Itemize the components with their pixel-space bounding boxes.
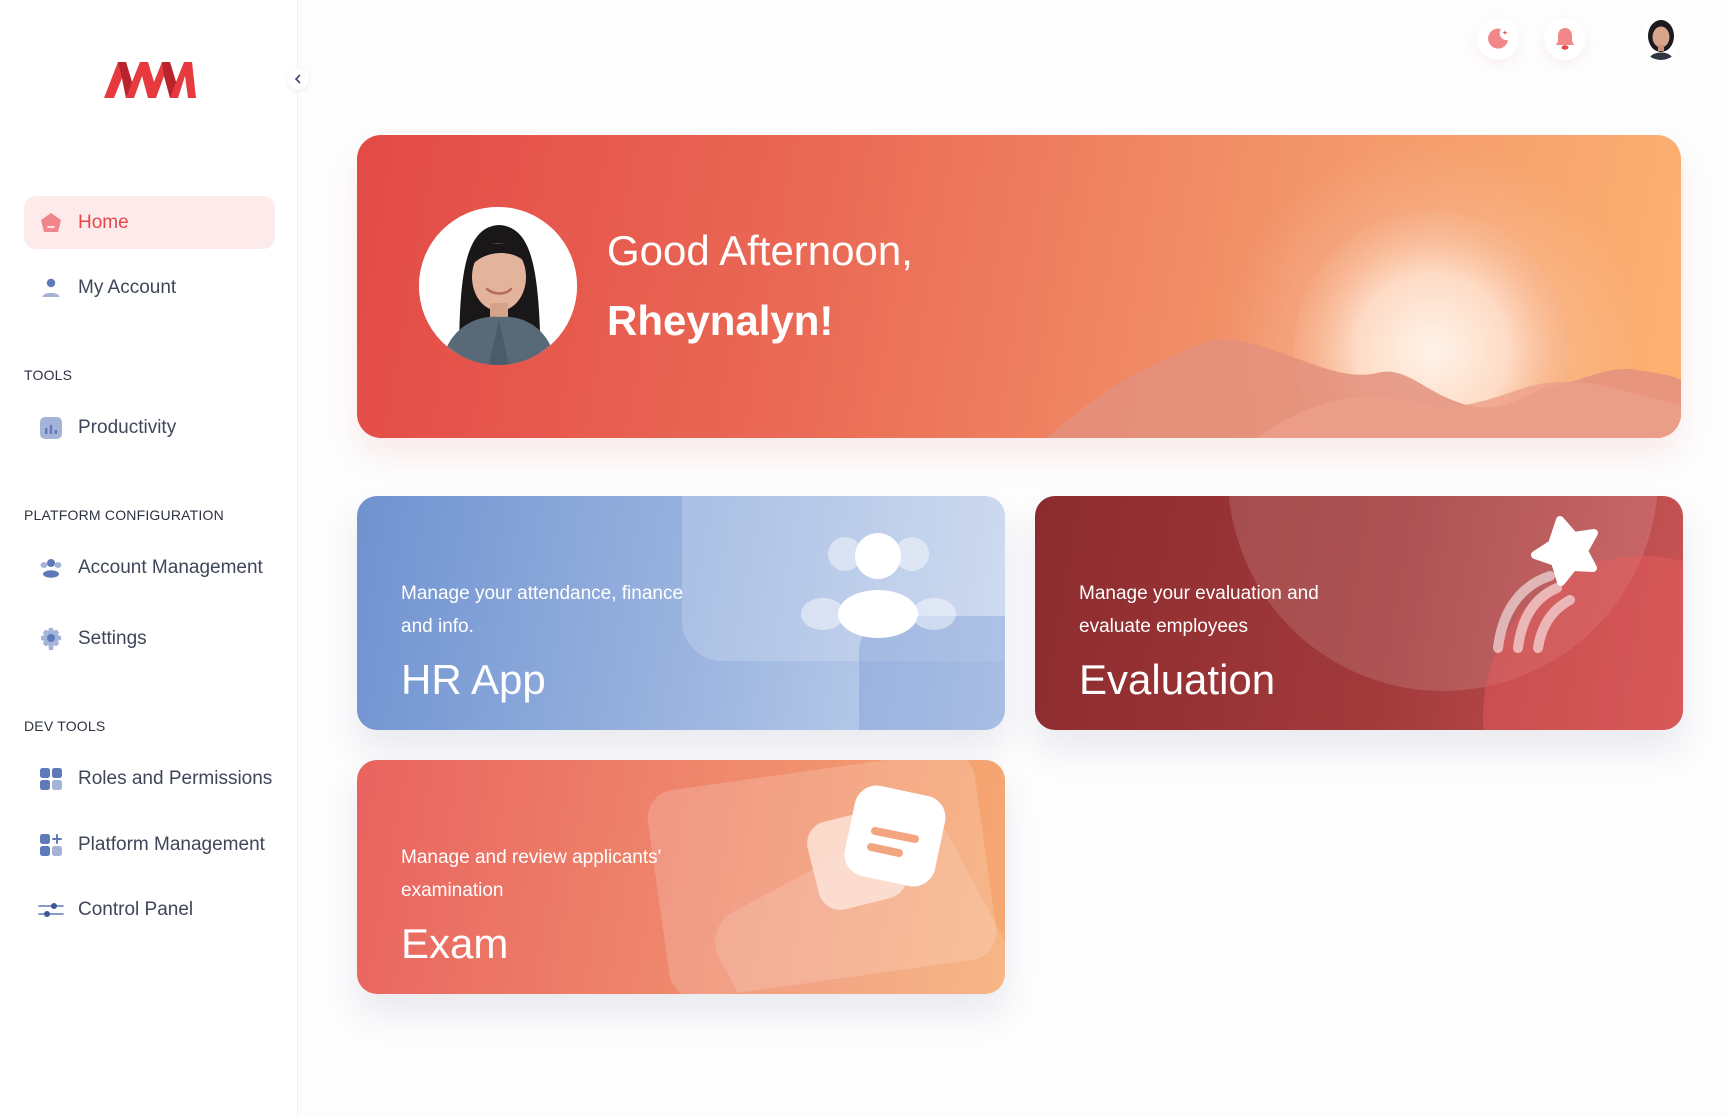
evaluation-card-title: Evaluation (1079, 656, 1276, 703)
sidebar: Home My Account TOOLS Productivity PLATF… (0, 0, 309, 1117)
chart-icon (38, 415, 64, 441)
sidebar-item-my-account[interactable]: My Account (24, 261, 275, 314)
section-title-platform-configuration: PLATFORM CONFIGURATION (24, 507, 224, 523)
hr-card-title: HR App (401, 656, 546, 703)
collapse-sidebar-button[interactable] (287, 68, 309, 90)
greeting-text: Good Afternoon, (607, 227, 913, 274)
sliders-icon (38, 897, 64, 923)
company-logo[interactable] (102, 54, 198, 102)
hr-app-card[interactable]: Manage your attendance, finance and info… (357, 496, 1005, 730)
grid-plus-icon (38, 832, 64, 858)
sidebar-item-home[interactable]: Home (24, 196, 275, 249)
moon-icon (1488, 28, 1508, 49)
sidebar-item-roles-permissions[interactable]: Roles and Permissions (24, 752, 275, 805)
theme-toggle-button[interactable] (1477, 18, 1519, 60)
exam-card-title: Exam (401, 920, 509, 967)
app-root: Home My Account TOOLS Productivity PLATF… (0, 0, 1728, 1117)
profile-avatar[interactable] (1641, 18, 1681, 60)
user-photo (419, 207, 577, 365)
chevron-left-icon (294, 74, 301, 84)
notifications-button[interactable] (1544, 18, 1586, 60)
sidebar-item-label: Productivity (78, 416, 177, 438)
sidebar-item-productivity[interactable]: Productivity (24, 401, 275, 454)
evaluation-card-description: Manage your evaluation and evaluate empl… (1079, 583, 1319, 637)
sidebar-item-label: Settings (78, 627, 147, 649)
avatar-image (1641, 18, 1681, 60)
sidebar-item-account-management[interactable]: Account Management (24, 541, 275, 594)
home-icon (38, 210, 64, 236)
user-name: Rheynalyn! (607, 297, 834, 344)
sidebar-item-platform-management[interactable]: Platform Management (24, 818, 275, 871)
section-title-dev-tools: DEV TOOLS (24, 718, 106, 734)
bell-icon (1556, 28, 1574, 50)
gear-icon (38, 626, 64, 652)
greeting-banner: Good Afternoon, Rheynalyn! (357, 135, 1681, 438)
sidebar-item-settings[interactable]: Settings (24, 612, 275, 665)
user-photo-image (419, 207, 577, 365)
evaluation-card[interactable]: Manage your evaluation and evaluate empl… (1035, 496, 1683, 730)
section-title-tools: TOOLS (24, 367, 73, 383)
sidebar-item-label: Control Panel (78, 898, 194, 920)
sidebar-item-control-panel[interactable]: Control Panel (24, 883, 275, 936)
sidebar-item-label: Platform Management (78, 833, 265, 855)
exam-card[interactable]: Manage and review applicants' examinatio… (357, 760, 1005, 994)
sidebar-item-label: My Account (78, 276, 177, 298)
grid-icon (38, 766, 64, 792)
hr-card-description: Manage your attendance, finance and info… (401, 583, 684, 637)
users-icon (38, 555, 64, 581)
exam-card-description: Manage and review applicants' examinatio… (401, 847, 662, 901)
sidebar-item-label: Roles and Permissions (78, 767, 273, 789)
sidebar-item-label: Account Management (78, 556, 263, 578)
sidebar-item-label: Home (78, 211, 129, 233)
user-icon (38, 275, 64, 301)
